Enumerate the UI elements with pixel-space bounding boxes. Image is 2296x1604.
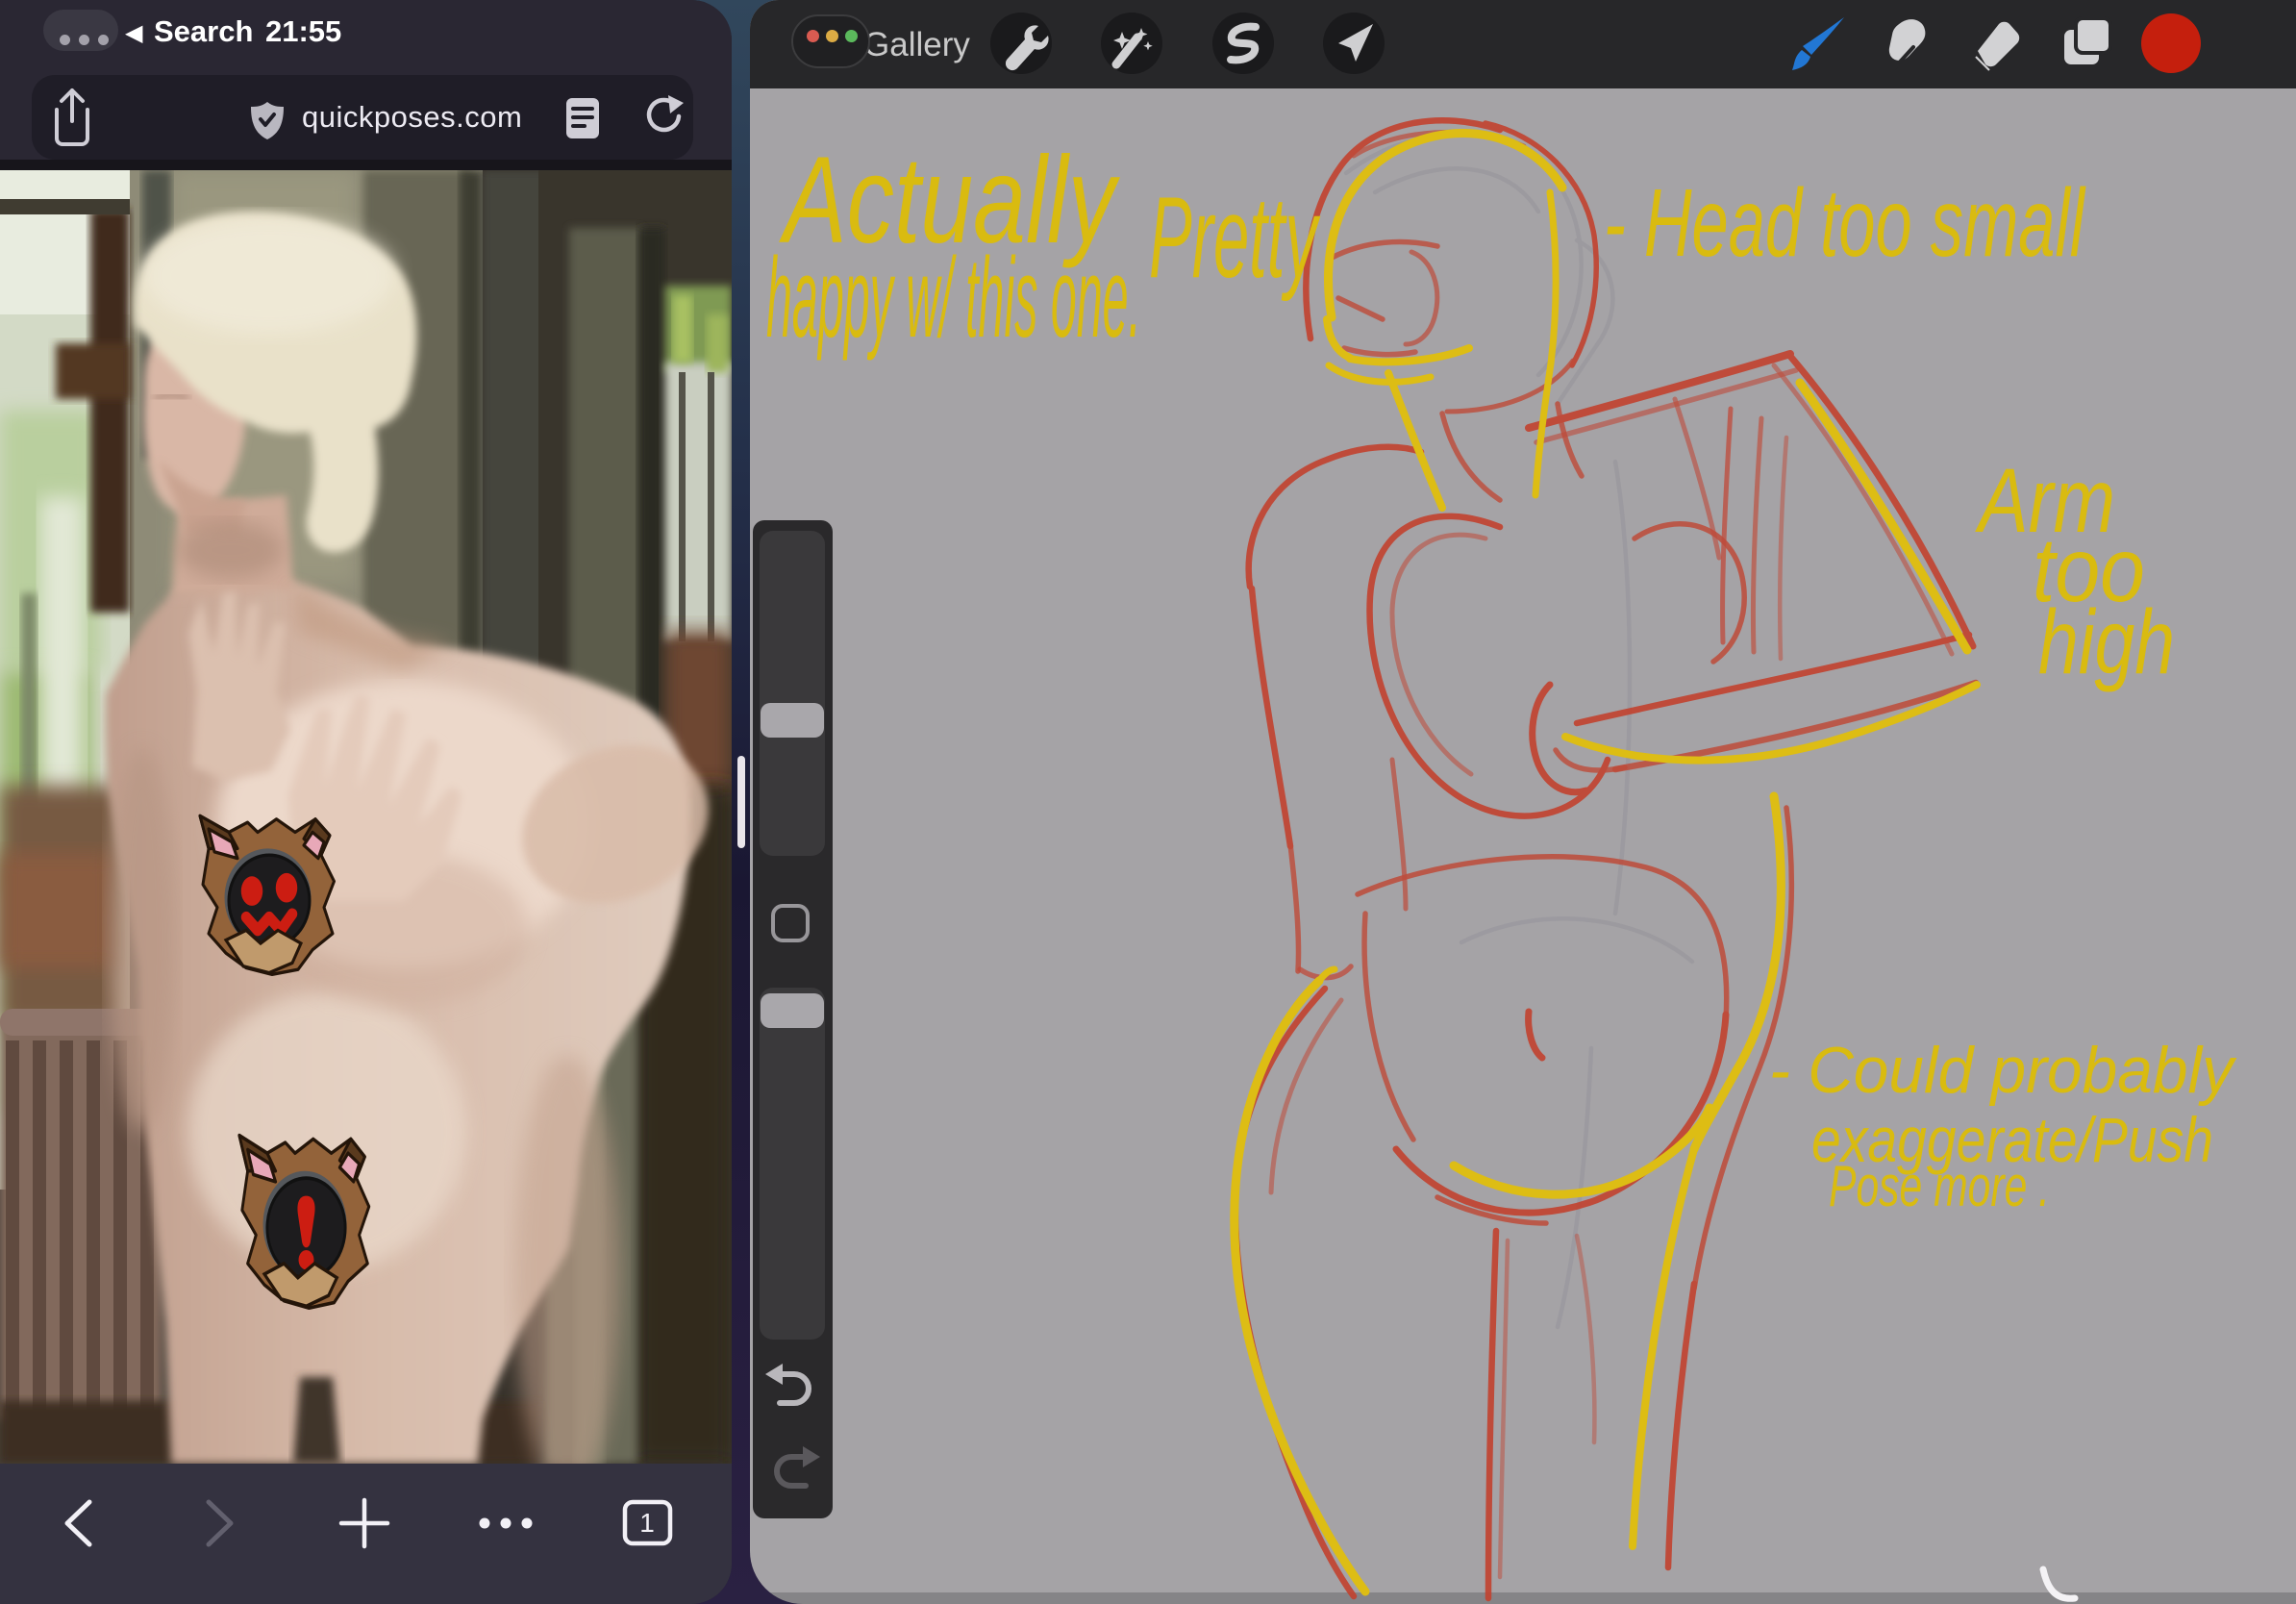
- svg-text:1: 1: [639, 1508, 655, 1538]
- svg-text:high: high: [2038, 591, 2175, 693]
- svg-text:- Could probably: - Could probably: [1769, 1034, 2237, 1107]
- svg-text:Pretty: Pretty: [1149, 173, 1321, 302]
- svg-text:Pose more .: Pose more .: [1829, 1154, 2050, 1218]
- svg-text:- Head too small: - Head too small: [1604, 169, 2086, 277]
- svg-text:happy w/ this one.: happy w/ this one.: [766, 235, 1141, 362]
